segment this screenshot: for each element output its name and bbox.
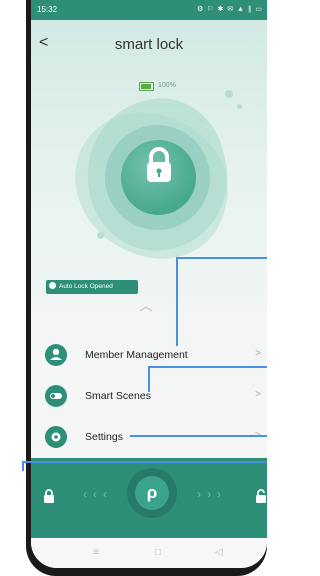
system-nav-bar: ≡ □ ◁ xyxy=(31,538,267,568)
person-icon xyxy=(45,344,67,366)
swipe-left-arrows: ‹‹‹ xyxy=(83,487,113,501)
status-time: 15:32 xyxy=(37,5,58,14)
menu-item-smart-scenes[interactable]: Smart Scenes > xyxy=(45,381,261,411)
gear-icon xyxy=(45,426,67,448)
callout-line xyxy=(148,366,267,368)
decor-dot xyxy=(237,104,242,109)
lock-closed-icon[interactable] xyxy=(43,489,55,503)
callout-line xyxy=(176,257,267,259)
menu-item-label: Settings xyxy=(85,431,123,443)
battery-level: 100% xyxy=(158,82,176,89)
app-screen: 15:32 ⚙ ⚐ ✱ ✉ ▲ ∥ ▭ < smart lock : 100% … xyxy=(31,0,267,568)
chevron-up-icon[interactable] xyxy=(139,306,153,312)
status-bar: 15:32 ⚙ ⚐ ✱ ✉ ▲ ∥ ▭ xyxy=(31,0,267,20)
more-menu-icon[interactable]: : xyxy=(266,40,267,51)
phone-frame: 15:32 ⚙ ⚐ ✱ ✉ ▲ ∥ ▭ < smart lock : 100% … xyxy=(26,0,267,576)
menu-item-settings[interactable]: Settings > xyxy=(45,422,261,452)
decor-dot xyxy=(97,232,104,239)
nav-back-button[interactable]: ◁ xyxy=(215,547,223,558)
menu-item-label: Member Management xyxy=(85,349,188,361)
chevron-right-icon: > xyxy=(255,389,261,400)
callout-line xyxy=(148,366,150,392)
key-icon[interactable]: ρ xyxy=(135,476,169,510)
callout-line xyxy=(22,461,24,471)
status-badge-text: Auto Lock Opened xyxy=(59,283,113,290)
decor-dot xyxy=(225,90,233,98)
menu-item-label: Smart Scenes xyxy=(85,390,151,402)
callout-line xyxy=(22,461,267,463)
callout-line xyxy=(130,435,267,437)
nav-home-button[interactable]: □ xyxy=(155,547,161,558)
page-title: smart lock xyxy=(114,36,184,53)
padlock-icon xyxy=(147,147,171,182)
status-badge: Auto Lock Opened xyxy=(46,280,138,294)
status-icons: ⚙ ⚐ ✱ ✉ ▲ ∥ ▭ xyxy=(197,6,263,13)
battery-icon xyxy=(139,82,154,91)
unlock-bar: ‹‹‹ ρ ››› xyxy=(31,458,267,538)
swipe-right-arrows: ››› xyxy=(197,487,227,501)
callout-line xyxy=(176,257,178,346)
chevron-right-icon: > xyxy=(255,348,261,359)
lock-open-icon[interactable] xyxy=(255,489,267,503)
nav-menu-button[interactable]: ≡ xyxy=(93,547,99,558)
toggle-icon xyxy=(45,385,67,407)
decor-dot xyxy=(199,118,204,123)
info-icon xyxy=(49,281,56,289)
